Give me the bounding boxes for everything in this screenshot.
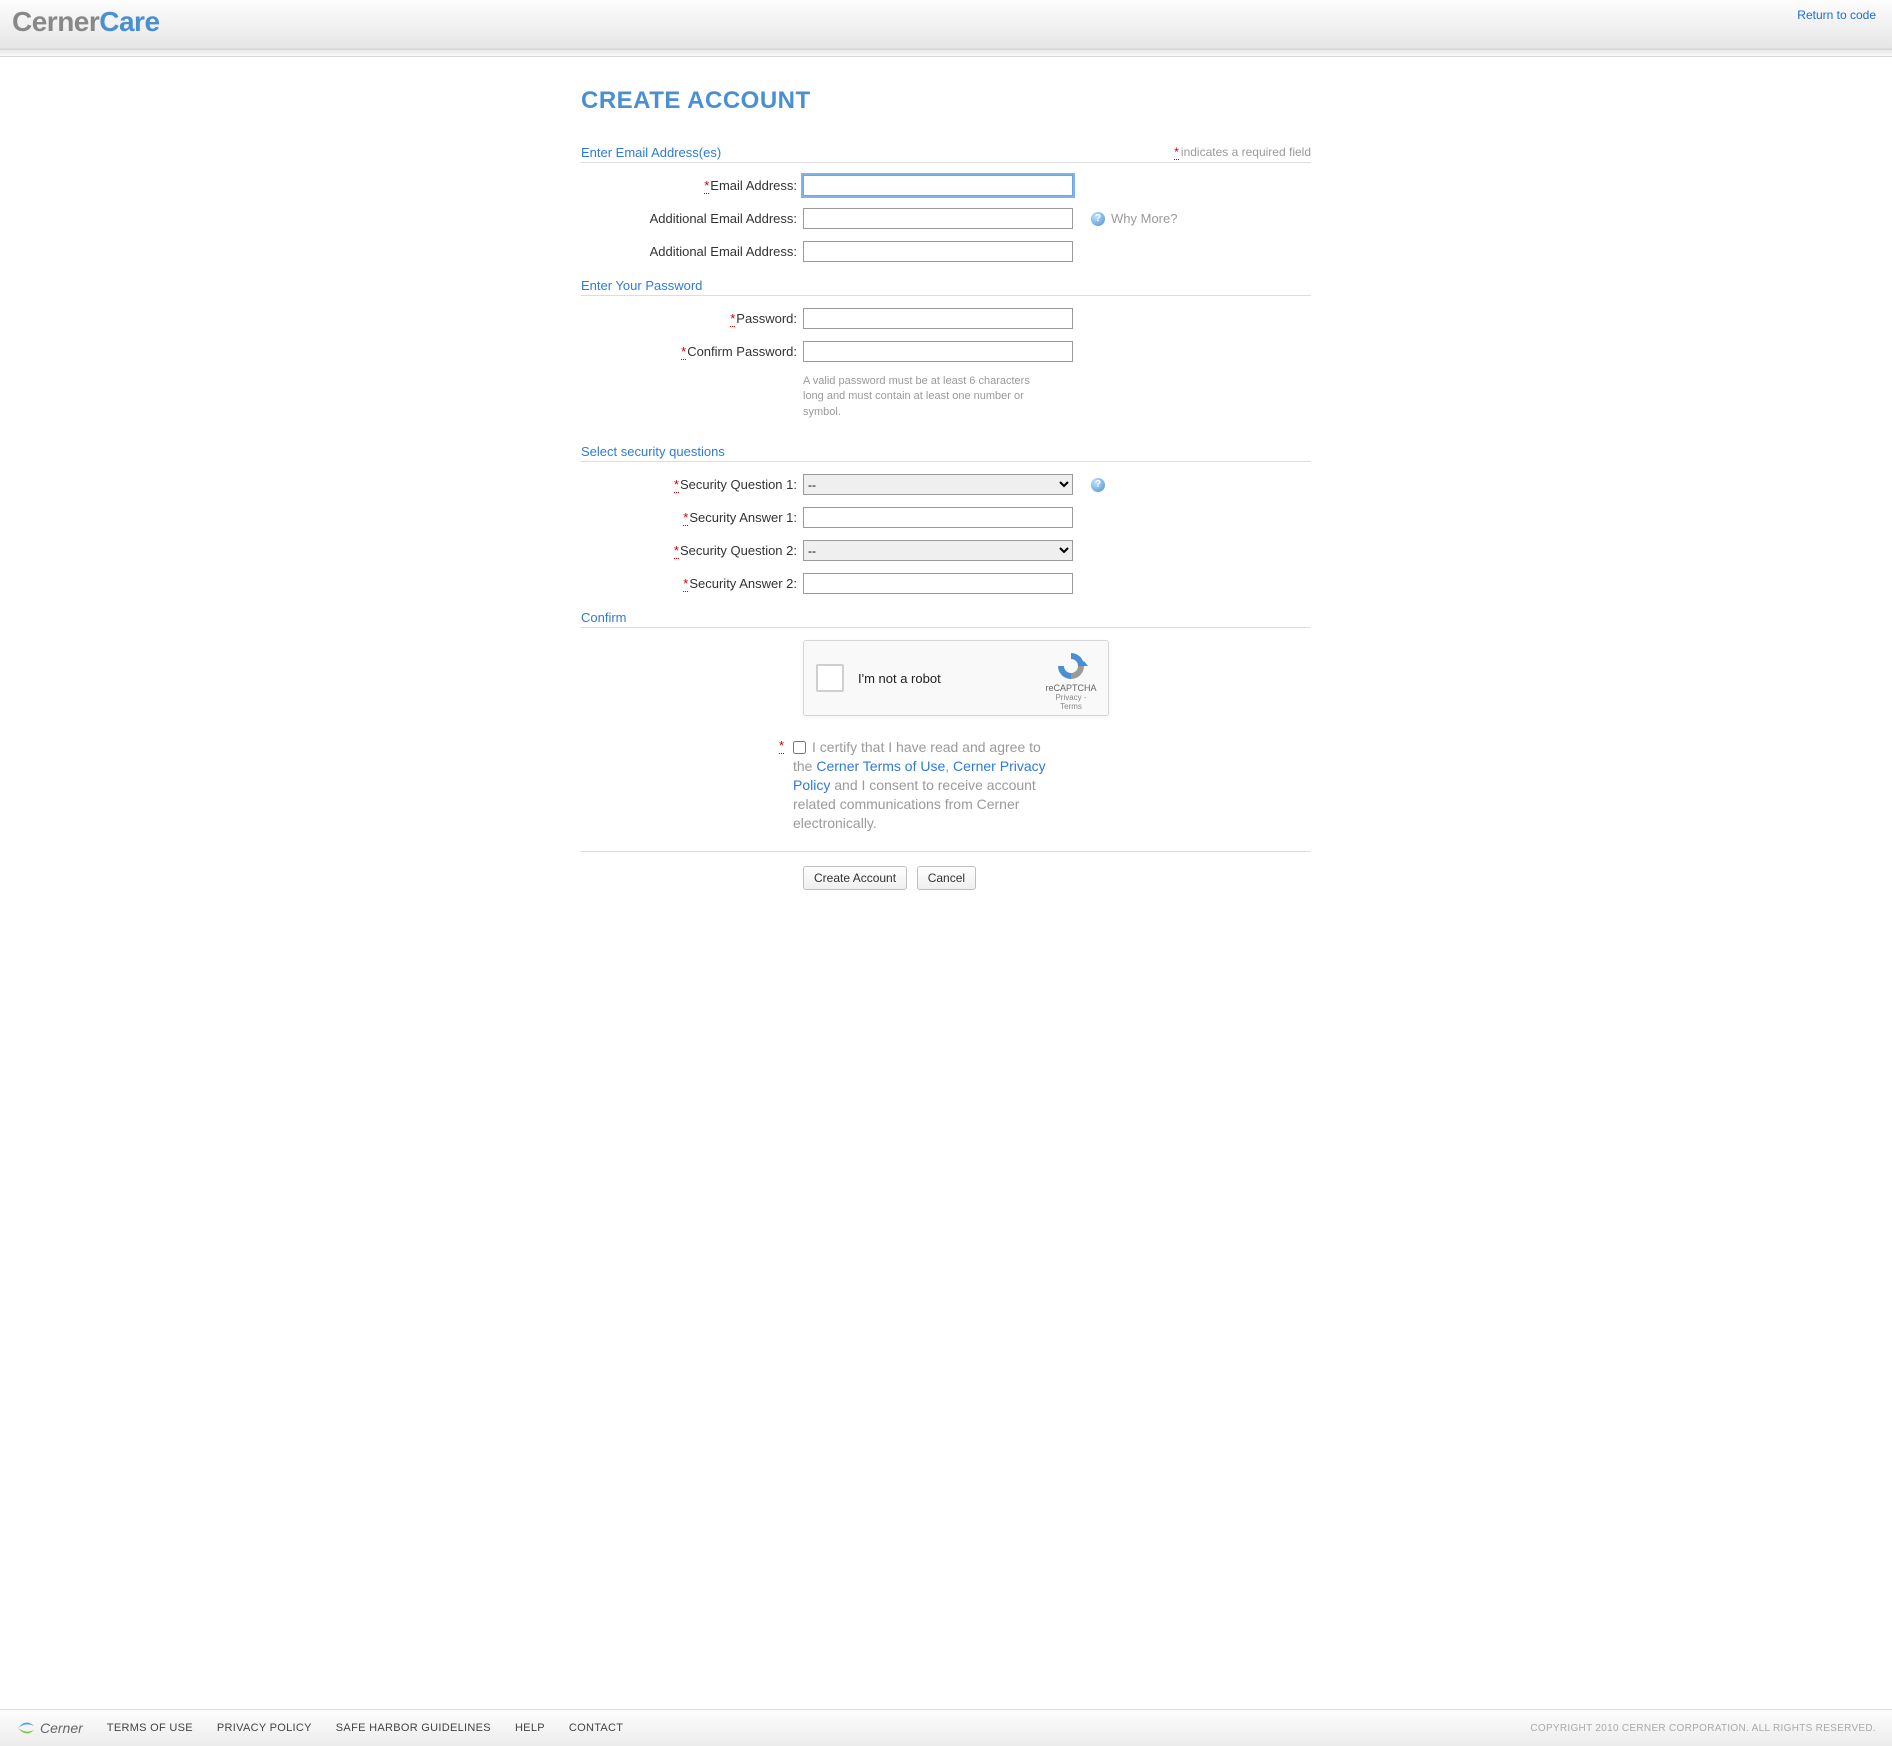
footer-link-contact[interactable]: CONTACT — [569, 1722, 623, 1734]
footer-copyright: COPYRIGHT 2010 CERNER CORPORATION. ALL R… — [1530, 1723, 1876, 1734]
consent-text: I certify that I have read and agree to … — [793, 738, 1061, 832]
recaptcha-brand-text: reCAPTCHA — [1044, 683, 1098, 693]
additional-email-2-label: Additional Email Address: — [581, 244, 803, 259]
security-question-2-label: *Security Question 2: — [581, 543, 803, 558]
password-input[interactable] — [803, 308, 1073, 329]
brand-logo: CernerCare — [12, 6, 160, 38]
footer-link-privacy[interactable]: PRIVACY POLICY — [217, 1722, 312, 1734]
section-divider — [581, 851, 1311, 852]
asterisk-icon: * — [674, 477, 679, 493]
security-question-1-label: *Security Question 1: — [581, 477, 803, 492]
recaptcha-checkbox[interactable] — [816, 664, 844, 692]
footer-link-terms[interactable]: TERMS OF USE — [107, 1722, 193, 1734]
form-container: CREATE ACCOUNT *indicates a required fie… — [581, 87, 1311, 890]
help-icon[interactable] — [1091, 478, 1105, 492]
top-bar: CernerCare Return to code — [0, 0, 1892, 49]
email-label: *Email Address: — [581, 178, 803, 193]
password-label: *Password: — [581, 311, 803, 326]
confirm-password-label: *Confirm Password: — [581, 344, 803, 359]
asterisk-icon: * — [683, 510, 688, 526]
section-divider — [581, 461, 1311, 462]
security-answer-1-label: *Security Answer 1: — [581, 510, 803, 525]
section-divider — [581, 295, 1311, 296]
recaptcha-widget[interactable]: I'm not a robot reCAPTCHA Privacy - Term… — [803, 640, 1109, 716]
why-more-link[interactable]: Why More? — [1111, 211, 1177, 226]
brand-part-1: Cerner — [12, 6, 99, 37]
security-answer-1-input[interactable] — [803, 507, 1073, 528]
section-security-legend: Select security questions — [581, 444, 1311, 459]
asterisk-icon: * — [681, 344, 686, 360]
asterisk-icon: * — [704, 178, 709, 194]
recaptcha-label: I'm not a robot — [858, 671, 941, 686]
section-divider — [581, 627, 1311, 628]
footer-link-safe-harbor[interactable]: SAFE HARBOR GUIDELINES — [336, 1722, 491, 1734]
security-answer-2-input[interactable] — [803, 573, 1073, 594]
cancel-button[interactable]: Cancel — [917, 866, 976, 890]
additional-email-2-input[interactable] — [803, 241, 1073, 262]
recaptcha-badge: reCAPTCHA Privacy - Terms — [1044, 651, 1098, 711]
additional-email-1-input[interactable] — [803, 208, 1073, 229]
section-divider — [581, 162, 1311, 163]
section-confirm-legend: Confirm — [581, 610, 1311, 625]
consent-block: * I certify that I have read and agree t… — [793, 738, 1061, 832]
terms-of-use-link[interactable]: Cerner Terms of Use — [816, 758, 945, 774]
return-to-code-link[interactable]: Return to code — [1797, 8, 1876, 22]
footer-logo: Cerner — [16, 1720, 83, 1736]
footer-link-help[interactable]: HELP — [515, 1722, 545, 1734]
asterisk-icon: * — [674, 543, 679, 559]
required-field-note: *indicates a required field — [1174, 145, 1311, 159]
brand-part-2: Care — [99, 6, 159, 37]
additional-email-1-label: Additional Email Address: — [581, 211, 803, 226]
asterisk-icon: * — [1174, 145, 1179, 160]
asterisk-icon: * — [683, 576, 688, 592]
section-password-legend: Enter Your Password — [581, 278, 1311, 293]
security-question-1-select[interactable]: -- — [803, 474, 1073, 495]
create-account-button[interactable]: Create Account — [803, 866, 907, 890]
cerner-swirl-icon — [16, 1720, 36, 1736]
security-question-2-select[interactable]: -- — [803, 540, 1073, 561]
footer-bar: Cerner TERMS OF USE PRIVACY POLICY SAFE … — [0, 1709, 1892, 1746]
recaptcha-privacy-terms: Privacy - Terms — [1044, 693, 1098, 711]
security-answer-2-label: *Security Answer 2: — [581, 576, 803, 591]
recaptcha-icon — [1054, 651, 1088, 681]
asterisk-icon: * — [730, 311, 735, 327]
footer-links: TERMS OF USE PRIVACY POLICY SAFE HARBOR … — [107, 1722, 624, 1734]
divider-stripe — [0, 49, 1892, 57]
password-hint: A valid password must be at least 6 char… — [803, 374, 1033, 420]
help-icon[interactable] — [1091, 212, 1105, 226]
consent-checkbox[interactable] — [793, 741, 806, 754]
email-input[interactable] — [803, 175, 1073, 196]
page-title: CREATE ACCOUNT — [581, 87, 1311, 115]
asterisk-icon: * — [779, 738, 784, 754]
confirm-password-input[interactable] — [803, 341, 1073, 362]
